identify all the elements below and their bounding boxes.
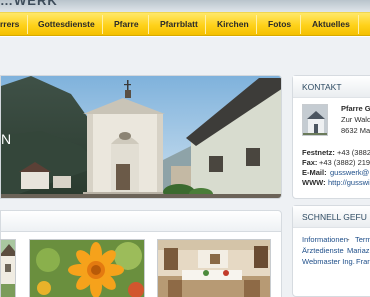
contact-fax-value: +43 (3882) 219 bbox=[319, 158, 370, 167]
site-brand: …WERK bbox=[0, 0, 58, 8]
nav-separator bbox=[148, 15, 149, 34]
nav-separator bbox=[256, 15, 257, 34]
quick-link-mariazell[interactable]: Mariaz bbox=[347, 246, 370, 255]
contact-box-title: KONTAKT bbox=[293, 76, 370, 98]
contact-city: 8632 Ma bbox=[341, 126, 370, 135]
contact-street: Zur Wald bbox=[341, 115, 370, 124]
top-header-strip: …WERK bbox=[0, 0, 370, 12]
contact-website-link[interactable]: http://gusswi bbox=[328, 178, 370, 187]
nav-separator bbox=[27, 15, 28, 34]
quick-find-title: SCHNELL GEFU bbox=[293, 206, 370, 228]
nav-item-pfarrblatt[interactable]: Pfarrblatt bbox=[160, 13, 198, 35]
house-thumbnail-image bbox=[1, 240, 15, 297]
nav-item-partial[interactable]: rrers bbox=[0, 13, 19, 35]
nav-separator bbox=[102, 15, 103, 34]
gallery-thumbnail-house[interactable] bbox=[0, 239, 16, 297]
nav-separator bbox=[358, 15, 359, 34]
nav-item-fotos[interactable]: Fotos bbox=[268, 13, 291, 35]
nav-item-aktuelles[interactable]: Aktuelles bbox=[312, 13, 350, 35]
contact-phone-label: Festnetz: bbox=[302, 148, 335, 157]
quick-link-webmaster[interactable]: Webmaster Ing. bbox=[302, 257, 355, 266]
interior-thumbnail-image bbox=[158, 240, 270, 297]
church-logo-thumbnail bbox=[302, 104, 328, 136]
church-logo-image bbox=[303, 105, 327, 135]
contact-fax-label: Fax: bbox=[302, 158, 318, 167]
church-photo bbox=[1, 76, 281, 198]
quick-link-webmaster-name[interactable]: Frar bbox=[356, 257, 370, 266]
flower-thumbnail-image bbox=[30, 240, 144, 297]
quick-link-informationen[interactable]: Informationen bbox=[302, 235, 348, 244]
quick-link-termine[interactable]: Term bbox=[355, 235, 370, 244]
nav-separator bbox=[205, 15, 206, 34]
nav-item-kirchen[interactable]: Kirchen bbox=[217, 13, 249, 35]
gallery-thumbnail-flower[interactable] bbox=[29, 239, 145, 297]
contact-phone-value: +43 (3882 bbox=[337, 148, 370, 157]
contact-www-label: WWW: bbox=[302, 178, 326, 187]
gallery-thumbnail-interior[interactable] bbox=[157, 239, 271, 297]
contact-org-name: Pfarre G bbox=[341, 104, 370, 113]
quick-link-aerztedienste[interactable]: Ärztedienste bbox=[302, 246, 344, 255]
nav-item-gottesdienste[interactable]: Gottesdienste bbox=[38, 13, 95, 35]
hero-caption: N bbox=[1, 131, 12, 147]
quick-link-separator: - bbox=[347, 235, 350, 244]
hero-image: N bbox=[0, 75, 282, 199]
nav-item-pfarre[interactable]: Pfarre bbox=[114, 13, 139, 35]
nav-separator bbox=[300, 15, 301, 34]
contact-email-link[interactable]: gusswerk@ bbox=[330, 168, 369, 177]
contact-email-label: E-Mail: bbox=[302, 168, 327, 177]
content-box-header bbox=[0, 210, 282, 232]
main-navigation: rrers Gottesdienste Pfarre Pfarrblatt Ki… bbox=[0, 12, 370, 36]
